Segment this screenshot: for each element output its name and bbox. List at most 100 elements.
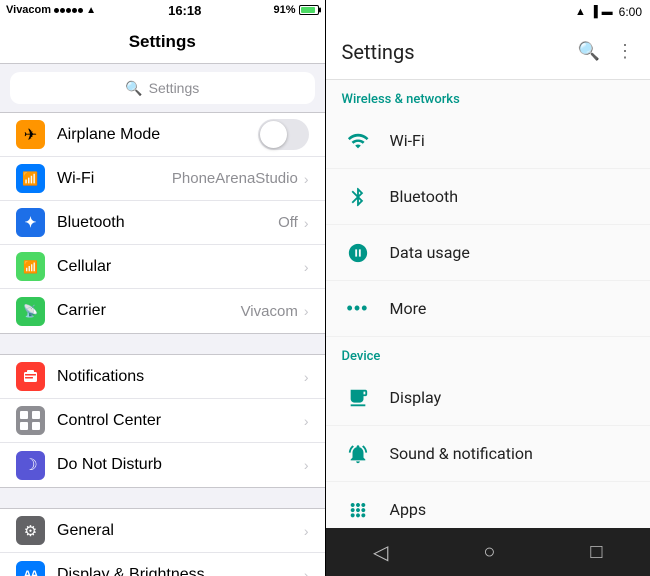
control-center-label: Control Center [57,412,304,430]
android-wireless-section: Wireless & networks Wi-Fi Bluetooth [326,80,650,337]
android-display-label: Display [390,388,442,407]
ios-row-general[interactable]: ⚙ General › [0,509,325,553]
bluetooth-value: Off [278,214,298,231]
ios-battery [299,5,319,15]
bluetooth-chevron: › [304,215,309,231]
bluetooth-label: Bluetooth [57,214,278,232]
wifi-icon: 📶 [16,164,45,193]
android-more-row-icon: ••• [342,298,374,319]
android-back-button[interactable]: ◁ [373,540,388,565]
android-more-label: More [390,299,427,318]
android-row-wifi[interactable]: Wi-Fi [326,113,650,169]
ios-row-display[interactable]: AA Display & Brightness › [0,553,325,576]
ios-status-bar: Vivacom ▲ 16:18 91% [0,0,325,20]
android-wifi-icon: ▲ [575,6,586,18]
signal-dots [54,8,83,13]
airplane-toggle-knob [260,121,287,148]
cellular-icon: 📶 [16,252,45,281]
android-status-right: ▲ ▐ ▬ 6:00 [575,5,642,19]
notifications-icon [16,362,45,391]
notifications-chevron: › [304,369,309,385]
android-row-display[interactable]: Display [326,370,650,426]
do-not-disturb-chevron: › [304,457,309,473]
android-bluetooth-row-icon [342,186,374,208]
bluetooth-icon: ✦ [16,208,45,237]
ios-title: Settings [129,32,196,52]
ios-status-right: 91% [273,4,318,16]
android-nav-bar: ◁ ○ □ [326,528,650,576]
android-overflow-button[interactable]: ⋮ [616,41,634,62]
signal-dot-4 [72,8,77,13]
ios-time: 16:18 [168,3,201,18]
wifi-value: PhoneArenaStudio [172,170,298,187]
android-data-usage-row-icon [342,242,374,264]
notifications-label: Notifications [57,368,304,386]
airplane-toggle[interactable] [258,119,309,150]
android-content: Wireless & networks Wi-Fi Bluetooth [326,80,650,528]
android-wifi-label: Wi-Fi [390,131,425,150]
wifi-chevron: › [304,171,309,187]
ios-row-cellular[interactable]: 📶 Cellular › [0,245,325,289]
android-row-sound[interactable]: Sound & notification [326,426,650,482]
ios-row-bluetooth[interactable]: ✦ Bluetooth Off › [0,201,325,245]
ios-search-container: 🔍 Settings [0,64,325,112]
ios-panel: Vivacom ▲ 16:18 91% Settings 🔍 Settings [0,0,325,576]
ios-row-wifi[interactable]: 📶 Wi-Fi PhoneArenaStudio › [0,157,325,201]
general-icon: ⚙ [16,516,45,545]
android-apps-label: Apps [390,500,427,519]
ios-content: ✈ Airplane Mode 📶 Wi-Fi PhoneArenaStudio… [0,112,325,576]
android-signal-icon: ▐ [590,6,598,18]
display-label: Display & Brightness [57,566,304,576]
carrier-chevron: › [304,303,309,319]
android-row-data-usage[interactable]: Data usage [326,225,650,281]
display-chevron: › [304,567,309,576]
carrier-label: Carrier [57,302,241,320]
ios-row-airplane[interactable]: ✈ Airplane Mode [0,113,325,157]
android-apps-row-icon [342,499,374,521]
general-chevron: › [304,523,309,539]
battery-fill [301,7,316,13]
ios-nav-bar: Settings [0,20,325,64]
wifi-label: Wi-Fi [57,170,172,188]
cellular-label: Cellular [57,258,304,276]
android-row-apps[interactable]: Apps [326,482,650,528]
signal-dot-1 [54,8,59,13]
android-home-button[interactable]: ○ [483,541,495,564]
ios-search-bar[interactable]: 🔍 Settings [10,72,315,104]
carrier-value: Vivacom [241,303,298,320]
android-device-section: Device Display Sound & notification [326,337,650,528]
carrier-icon: 📡 [16,297,45,326]
android-title: Settings [342,40,415,64]
signal-dot-3 [66,8,71,13]
android-sound-label: Sound & notification [390,444,533,463]
android-wifi-row-icon [342,130,374,152]
android-recent-button[interactable]: □ [590,541,602,564]
ios-wifi-icon: ▲ [86,5,96,16]
signal-dot-2 [60,8,65,13]
control-center-chevron: › [304,413,309,429]
android-wireless-header: Wireless & networks [326,80,650,113]
android-bluetooth-label: Bluetooth [390,187,459,206]
android-status-bar: ▲ ▐ ▬ 6:00 [326,0,650,24]
android-toolbar: Settings 🔍 ⋮ [326,24,650,80]
do-not-disturb-label: Do Not Disturb [57,456,304,474]
ios-row-notifications[interactable]: Notifications › [0,355,325,399]
android-battery-icon: ▬ [602,6,613,18]
android-toolbar-icons: 🔍 ⋮ [578,41,634,62]
android-data-usage-label: Data usage [390,243,470,262]
ios-row-carrier[interactable]: 📡 Carrier Vivacom › [0,289,325,333]
signal-dot-5 [78,8,83,13]
airplane-icon: ✈ [16,120,45,149]
android-row-bluetooth[interactable]: Bluetooth [326,169,650,225]
ios-connectivity-group: ✈ Airplane Mode 📶 Wi-Fi PhoneArenaStudio… [0,112,325,334]
android-search-button[interactable]: 🔍 [578,41,600,62]
android-row-more[interactable]: ••• More [326,281,650,337]
ios-notifications-group: Notifications › Control Center › ☽ Do No… [0,354,325,488]
airplane-label: Airplane Mode [57,126,258,144]
android-panel: ▲ ▐ ▬ 6:00 Settings 🔍 ⋮ Wireless & netwo… [326,0,650,576]
android-time: 6:00 [619,5,642,19]
ios-row-control-center[interactable]: Control Center › [0,399,325,443]
android-display-row-icon [342,387,374,409]
ios-row-do-not-disturb[interactable]: ☽ Do Not Disturb › [0,443,325,487]
display-icon: AA [16,561,45,576]
